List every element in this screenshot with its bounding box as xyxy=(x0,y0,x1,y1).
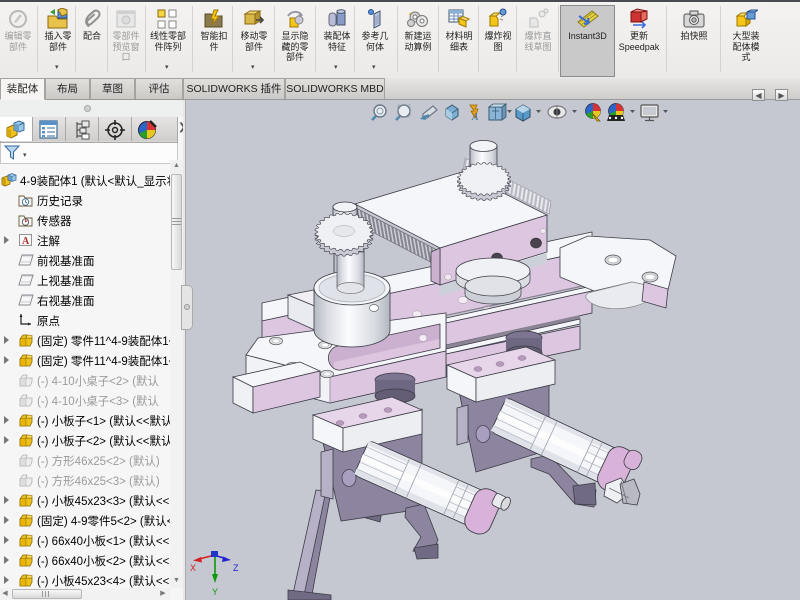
svg-text:A: A xyxy=(22,236,30,247)
svg-text:Y: Y xyxy=(212,587,218,597)
svg-text:A: A xyxy=(471,112,479,123)
svg-text:X: X xyxy=(190,563,196,573)
svg-text:Z: Z xyxy=(233,563,239,573)
